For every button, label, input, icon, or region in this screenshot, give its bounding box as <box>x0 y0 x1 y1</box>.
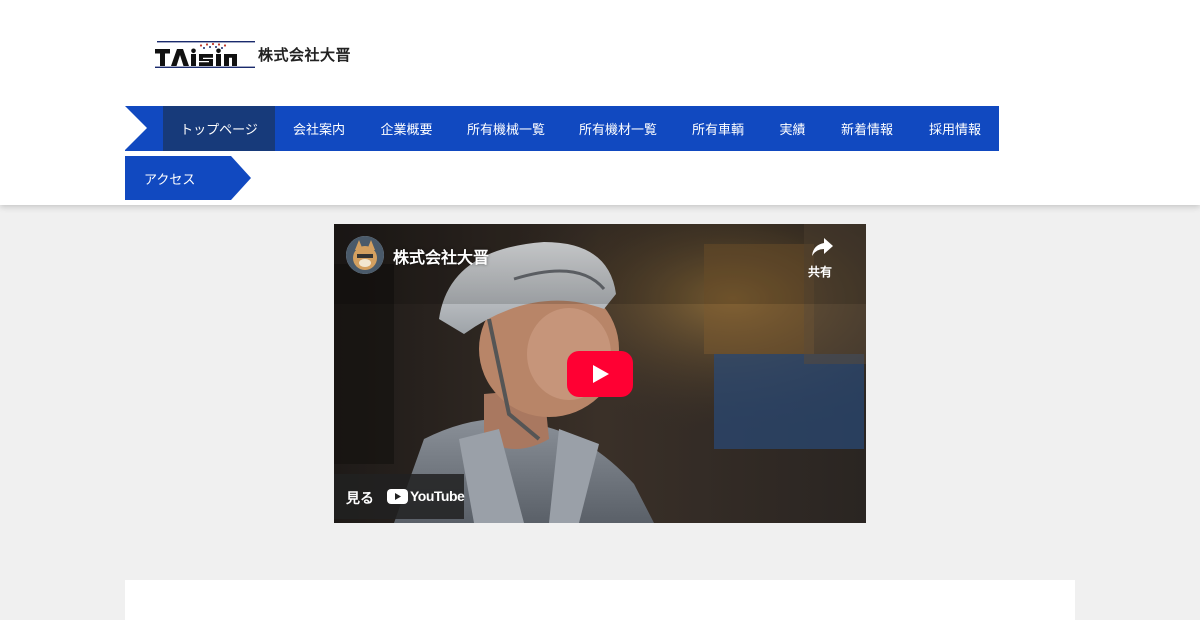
play-button[interactable] <box>567 351 633 397</box>
share-icon <box>812 238 833 256</box>
nav-item-results[interactable]: 実績 <box>762 106 823 151</box>
youtube-embed[interactable]: 株式会社大晋 共有 見る YouTube <box>334 224 866 523</box>
company-name: 株式会社大晋 <box>258 45 352 64</box>
watch-label: 見る <box>346 491 374 507</box>
youtube-wordmark: YouTube <box>410 488 465 504</box>
nav-item-company-overview[interactable]: 企業概要 <box>363 106 450 151</box>
youtube-logo-icon <box>387 489 408 504</box>
channel-name[interactable]: 株式会社大晋 <box>393 244 489 268</box>
nav-item-top[interactable]: トップページ <box>163 106 275 151</box>
site-header: 株式会社大晋 トップページ 会社案内 企業概要 所有機械一覧 所有機材一覧 所有… <box>0 0 1200 205</box>
nav-item-news[interactable]: 新着情報 <box>823 106 911 151</box>
channel-avatar-icon <box>346 236 384 274</box>
nav-item-machinery-list[interactable]: 所有機械一覧 <box>450 106 562 151</box>
nav-item-access[interactable]: アクセス <box>125 156 251 200</box>
nav-arrow-decoration <box>125 106 147 150</box>
watch-on-youtube-button[interactable]: 見る YouTube <box>334 474 465 519</box>
nav-item-recruit[interactable]: 採用情報 <box>911 106 999 151</box>
content-card <box>125 580 1075 620</box>
taisin-logo-mark <box>155 39 257 69</box>
nav-item-company-guide[interactable]: 会社案内 <box>275 106 363 151</box>
share-label: 共有 <box>808 265 833 279</box>
global-nav: トップページ 会社案内 企業概要 所有機械一覧 所有機材一覧 所有車輌 実績 新… <box>125 106 999 151</box>
nav-item-access-label: アクセス <box>144 173 196 188</box>
nav-item-equipment-list[interactable]: 所有機材一覧 <box>562 106 674 151</box>
play-icon <box>567 351 633 397</box>
nav-item-vehicles[interactable]: 所有車輌 <box>674 106 762 151</box>
channel-avatar[interactable] <box>346 236 384 274</box>
site-logo[interactable]: 株式会社大晋 <box>155 38 351 70</box>
share-button[interactable]: 共有 <box>800 236 844 282</box>
